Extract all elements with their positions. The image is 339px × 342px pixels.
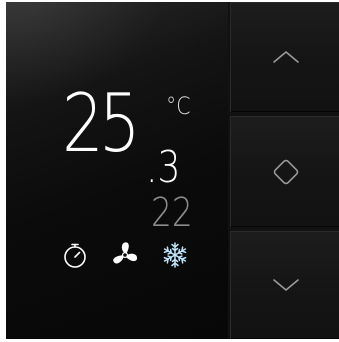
display-screen: 25 °C .3 22	[6, 2, 228, 339]
temperature-down-button[interactable]	[230, 231, 339, 339]
button-column	[230, 2, 339, 339]
chevron-up-icon	[272, 51, 299, 63]
mode-button[interactable]	[230, 116, 339, 227]
fan-icon	[110, 240, 140, 270]
temperature-unit: °C	[166, 92, 191, 120]
current-temperature-whole: 25	[62, 77, 141, 170]
setpoint-temperature: 22	[151, 190, 193, 236]
snowflake-cooling-icon	[160, 240, 190, 270]
temperature-up-button[interactable]	[230, 2, 339, 112]
thermostat-panel: 25 °C .3 22	[6, 2, 339, 339]
chevron-down-icon	[272, 279, 299, 291]
timer-icon	[60, 240, 90, 270]
current-temperature-decimal: .3	[146, 142, 181, 193]
diamond-icon	[273, 159, 298, 184]
